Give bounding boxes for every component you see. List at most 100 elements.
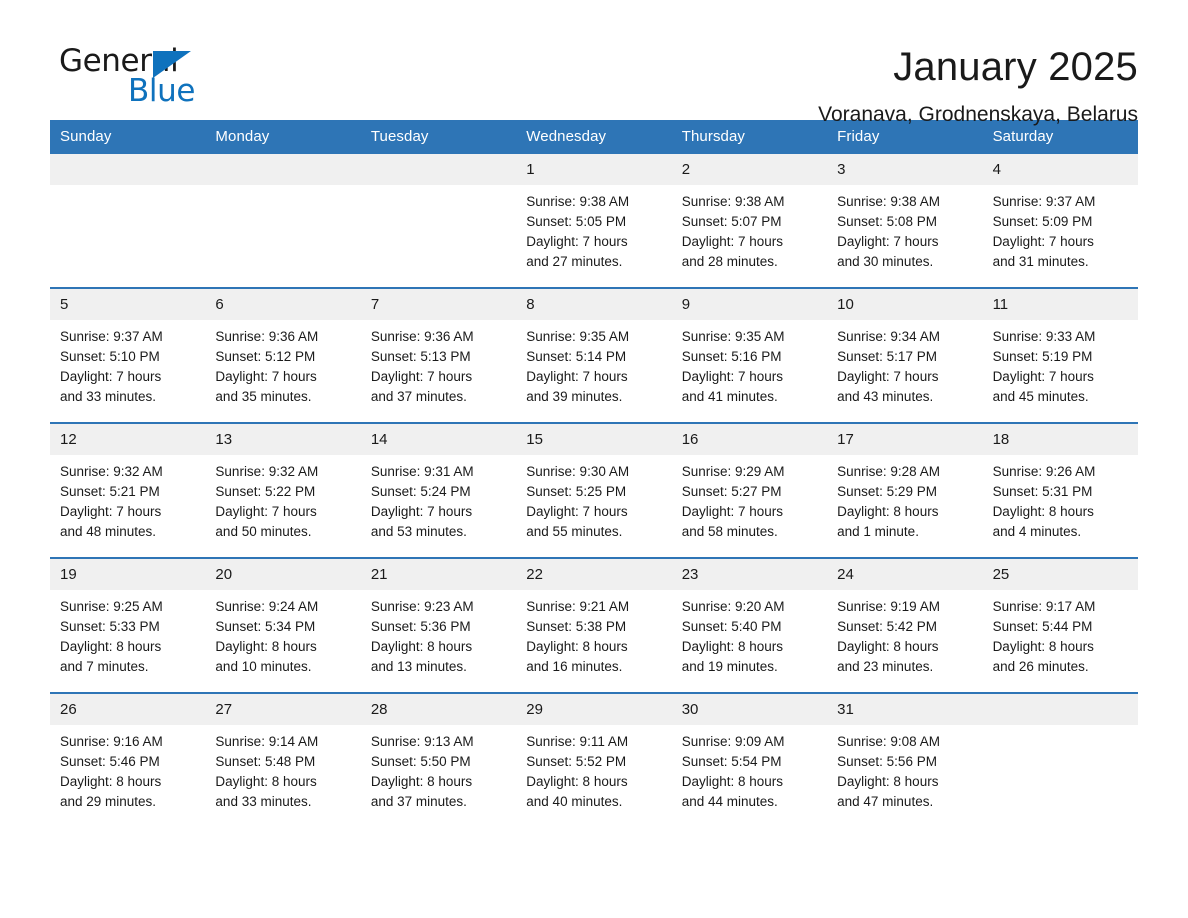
daylight-text-line2: and 27 minutes. [526, 254, 623, 269]
day-cell-28[interactable]: 28 Sunrise: 9:13 AM Sunset: 5:50 PM Dayligh… [360, 694, 517, 827]
day-number [205, 154, 361, 185]
daylight-text-line1: Daylight: 7 hours [60, 369, 162, 384]
day-info: Sunrise: 9:36 AM Sunset: 5:12 PM Daylight:… [205, 320, 360, 407]
day-info: Sunrise: 9:09 AM Sunset: 5:54 PM Daylight:… [672, 725, 827, 812]
sunrise-text: Sunrise: 9:33 AM [992, 329, 1096, 344]
day-info: Sunrise: 9:26 AM Sunset: 5:31 PM Daylight:… [983, 455, 1138, 542]
weekday-header-tuesday: Tuesday [370, 128, 429, 145]
week-row: 26 Sunrise: 9:16 AM Sunset: 5:46 PM Dayligh… [50, 692, 1138, 827]
day-cell-9[interactable]: 9 Sunrise: 9:35 AM Sunset: 5:16 PM Daylight… [671, 289, 828, 422]
sunset-text: Sunset: 5:38 PM [526, 619, 627, 634]
day-cell-26[interactable]: 26 Sunrise: 9:16 AM Sunset: 5:46 PM Dayligh… [50, 694, 206, 827]
day-cell-15[interactable]: 15 Sunrise: 9:30 AM Sunset: 5:25 PM Dayligh… [516, 424, 672, 557]
daylight-text-line1: Daylight: 7 hours [526, 369, 628, 384]
daylight-text-line1: Daylight: 8 hours [215, 774, 317, 789]
daylight-text-line2: and 55 minutes. [526, 524, 623, 539]
day-cell-11[interactable]: 11 Sunrise: 9:33 AM Sunset: 5:19 PM Dayligh… [982, 289, 1138, 422]
sunset-text: Sunset: 5:17 PM [837, 349, 937, 364]
day-cell-23[interactable]: 23 Sunrise: 9:20 AM Sunset: 5:40 PM Dayligh… [671, 559, 828, 692]
day-cell-16[interactable]: 16 Sunrise: 9:29 AM Sunset: 5:27 PM Dayligh… [671, 424, 828, 557]
sunrise-text: Sunrise: 9:29 AM [681, 464, 785, 479]
daylight-text-line2: and 45 minutes. [992, 389, 1089, 404]
day-info: Sunrise: 9:38 AM Sunset: 5:05 PM Daylight:… [516, 185, 671, 272]
daylight-text-line1: Daylight: 7 hours [526, 504, 628, 519]
sunset-text: Sunset: 5:09 PM [992, 214, 1093, 229]
sunset-text: Sunset: 5:46 PM [60, 754, 160, 769]
day-info: Sunrise: 9:36 AM Sunset: 5:13 PM Daylight:… [361, 320, 516, 407]
day-cell-31[interactable]: 31 Sunrise: 9:08 AM Sunset: 5:56 PM Dayligh… [827, 694, 983, 827]
logo-word-blue: Blue [128, 73, 195, 109]
day-cell-4[interactable]: 4 Sunrise: 9:37 AM Sunset: 5:09 PM Daylight… [982, 154, 1138, 287]
day-number: 9 [671, 289, 828, 320]
weekday-header-monday: Monday [215, 128, 270, 145]
daylight-text-line2: and 7 minutes. [60, 659, 149, 674]
day-cell-20[interactable]: 20 Sunrise: 9:24 AM Sunset: 5:34 PM Dayligh… [205, 559, 361, 692]
day-number: 5 [50, 289, 206, 320]
day-cell-5[interactable]: 5 Sunrise: 9:37 AM Sunset: 5:10 PM Daylight… [50, 289, 206, 422]
sunset-text: Sunset: 5:24 PM [370, 484, 471, 499]
daylight-text-line2: and 28 minutes. [681, 254, 778, 269]
day-number: 27 [205, 694, 361, 725]
day-number: 21 [360, 559, 517, 590]
day-number: 1 [516, 154, 672, 185]
sunset-text: Sunset: 5:22 PM [215, 484, 316, 499]
daylight-text-line1: Daylight: 8 hours [215, 639, 317, 654]
daylight-text-line2: and 41 minutes. [681, 389, 778, 404]
general-blue-logo[interactable]: General Blue [50, 44, 200, 116]
daylight-text-line2: and 48 minutes. [60, 524, 157, 539]
day-cell-30[interactable]: 30 Sunrise: 9:09 AM Sunset: 5:54 PM Dayligh… [671, 694, 828, 827]
day-cell-12[interactable]: 12 Sunrise: 9:32 AM Sunset: 5:21 PM Dayligh… [50, 424, 206, 557]
day-number [50, 154, 206, 185]
day-cell-19[interactable]: 19 Sunrise: 9:25 AM Sunset: 5:33 PM Dayligh… [50, 559, 206, 692]
calendar-page: General Blue January 2025 Voranava, Grod… [0, 0, 1188, 918]
sunset-text: Sunset: 5:31 PM [992, 484, 1093, 499]
daylight-text-line2: and 16 minutes. [526, 659, 623, 674]
sunrise-text: Sunrise: 9:14 AM [215, 734, 319, 749]
sunrise-text: Sunrise: 9:35 AM [681, 329, 785, 344]
sunset-text: Sunset: 5:52 PM [526, 754, 627, 769]
week-row: 19 Sunrise: 9:25 AM Sunset: 5:33 PM Dayligh… [50, 557, 1138, 692]
day-cell-24[interactable]: 24 Sunrise: 9:19 AM Sunset: 5:42 PM Dayligh… [827, 559, 983, 692]
day-cell-1[interactable]: 1 Sunrise: 9:38 AM Sunset: 5:05 PM Daylight… [516, 154, 672, 287]
sunrise-text: Sunrise: 9:26 AM [992, 464, 1096, 479]
day-cell-27[interactable]: 27 Sunrise: 9:14 AM Sunset: 5:48 PM Dayligh… [205, 694, 361, 827]
day-cell-3[interactable]: 3 Sunrise: 9:38 AM Sunset: 5:08 PM Daylight… [827, 154, 983, 287]
sunset-text: Sunset: 5:05 PM [526, 214, 627, 229]
day-cell-7[interactable]: 7 Sunrise: 9:36 AM Sunset: 5:13 PM Daylight… [360, 289, 517, 422]
day-cell-14[interactable]: 14 Sunrise: 9:31 AM Sunset: 5:24 PM Dayligh… [360, 424, 517, 557]
daylight-text-line2: and 47 minutes. [837, 794, 934, 809]
day-number: 25 [982, 559, 1138, 590]
day-info: Sunrise: 9:19 AM Sunset: 5:42 PM Daylight:… [827, 590, 982, 677]
day-cell-empty [982, 694, 1138, 827]
sunrise-text: Sunrise: 9:09 AM [681, 734, 785, 749]
sunset-text: Sunset: 5:56 PM [837, 754, 937, 769]
sunrise-text: Sunrise: 9:16 AM [60, 734, 163, 749]
sunset-text: Sunset: 5:12 PM [215, 349, 316, 364]
day-cell-10[interactable]: 10 Sunrise: 9:34 AM Sunset: 5:17 PM Dayligh… [827, 289, 983, 422]
day-cell-17[interactable]: 17 Sunrise: 9:28 AM Sunset: 5:29 PM Dayligh… [827, 424, 983, 557]
day-number: 24 [827, 559, 983, 590]
day-info: Sunrise: 9:37 AM Sunset: 5:10 PM Daylight:… [50, 320, 205, 407]
sunrise-text: Sunrise: 9:30 AM [526, 464, 630, 479]
sunrise-text: Sunrise: 9:28 AM [837, 464, 940, 479]
daylight-text-line2: and 40 minutes. [526, 794, 623, 809]
sunrise-text: Sunrise: 9:35 AM [526, 329, 630, 344]
day-cell-25[interactable]: 25 Sunrise: 9:17 AM Sunset: 5:44 PM Dayligh… [982, 559, 1138, 692]
day-cell-13[interactable]: 13 Sunrise: 9:32 AM Sunset: 5:22 PM Dayligh… [205, 424, 361, 557]
sunrise-text: Sunrise: 9:17 AM [992, 599, 1096, 614]
day-cell-22[interactable]: 22 Sunrise: 9:21 AM Sunset: 5:38 PM Dayligh… [516, 559, 672, 692]
sunrise-text: Sunrise: 9:11 AM [526, 734, 629, 749]
day-number: 6 [205, 289, 361, 320]
sunrise-text: Sunrise: 9:38 AM [837, 194, 940, 209]
week-row: 12 Sunrise: 9:32 AM Sunset: 5:21 PM Dayligh… [50, 422, 1138, 557]
day-info: Sunrise: 9:17 AM Sunset: 5:44 PM Daylight:… [983, 590, 1138, 677]
day-cell-18[interactable]: 18 Sunrise: 9:26 AM Sunset: 5:31 PM Dayligh… [982, 424, 1138, 557]
daylight-text-line2: and 44 minutes. [681, 794, 778, 809]
day-cell-29[interactable]: 29 Sunrise: 9:11 AM Sunset: 5:52 PM Dayligh… [516, 694, 672, 827]
day-cell-21[interactable]: 21 Sunrise: 9:23 AM Sunset: 5:36 PM Dayligh… [360, 559, 517, 692]
daylight-text-line1: Daylight: 7 hours [370, 504, 473, 519]
day-cell-6[interactable]: 6 Sunrise: 9:36 AM Sunset: 5:12 PM Daylight… [205, 289, 361, 422]
day-cell-2[interactable]: 2 Sunrise: 9:38 AM Sunset: 5:07 PM Daylight… [671, 154, 828, 287]
day-info: Sunrise: 9:30 AM Sunset: 5:25 PM Daylight:… [516, 455, 671, 542]
day-cell-8[interactable]: 8 Sunrise: 9:35 AM Sunset: 5:14 PM Daylight… [516, 289, 672, 422]
